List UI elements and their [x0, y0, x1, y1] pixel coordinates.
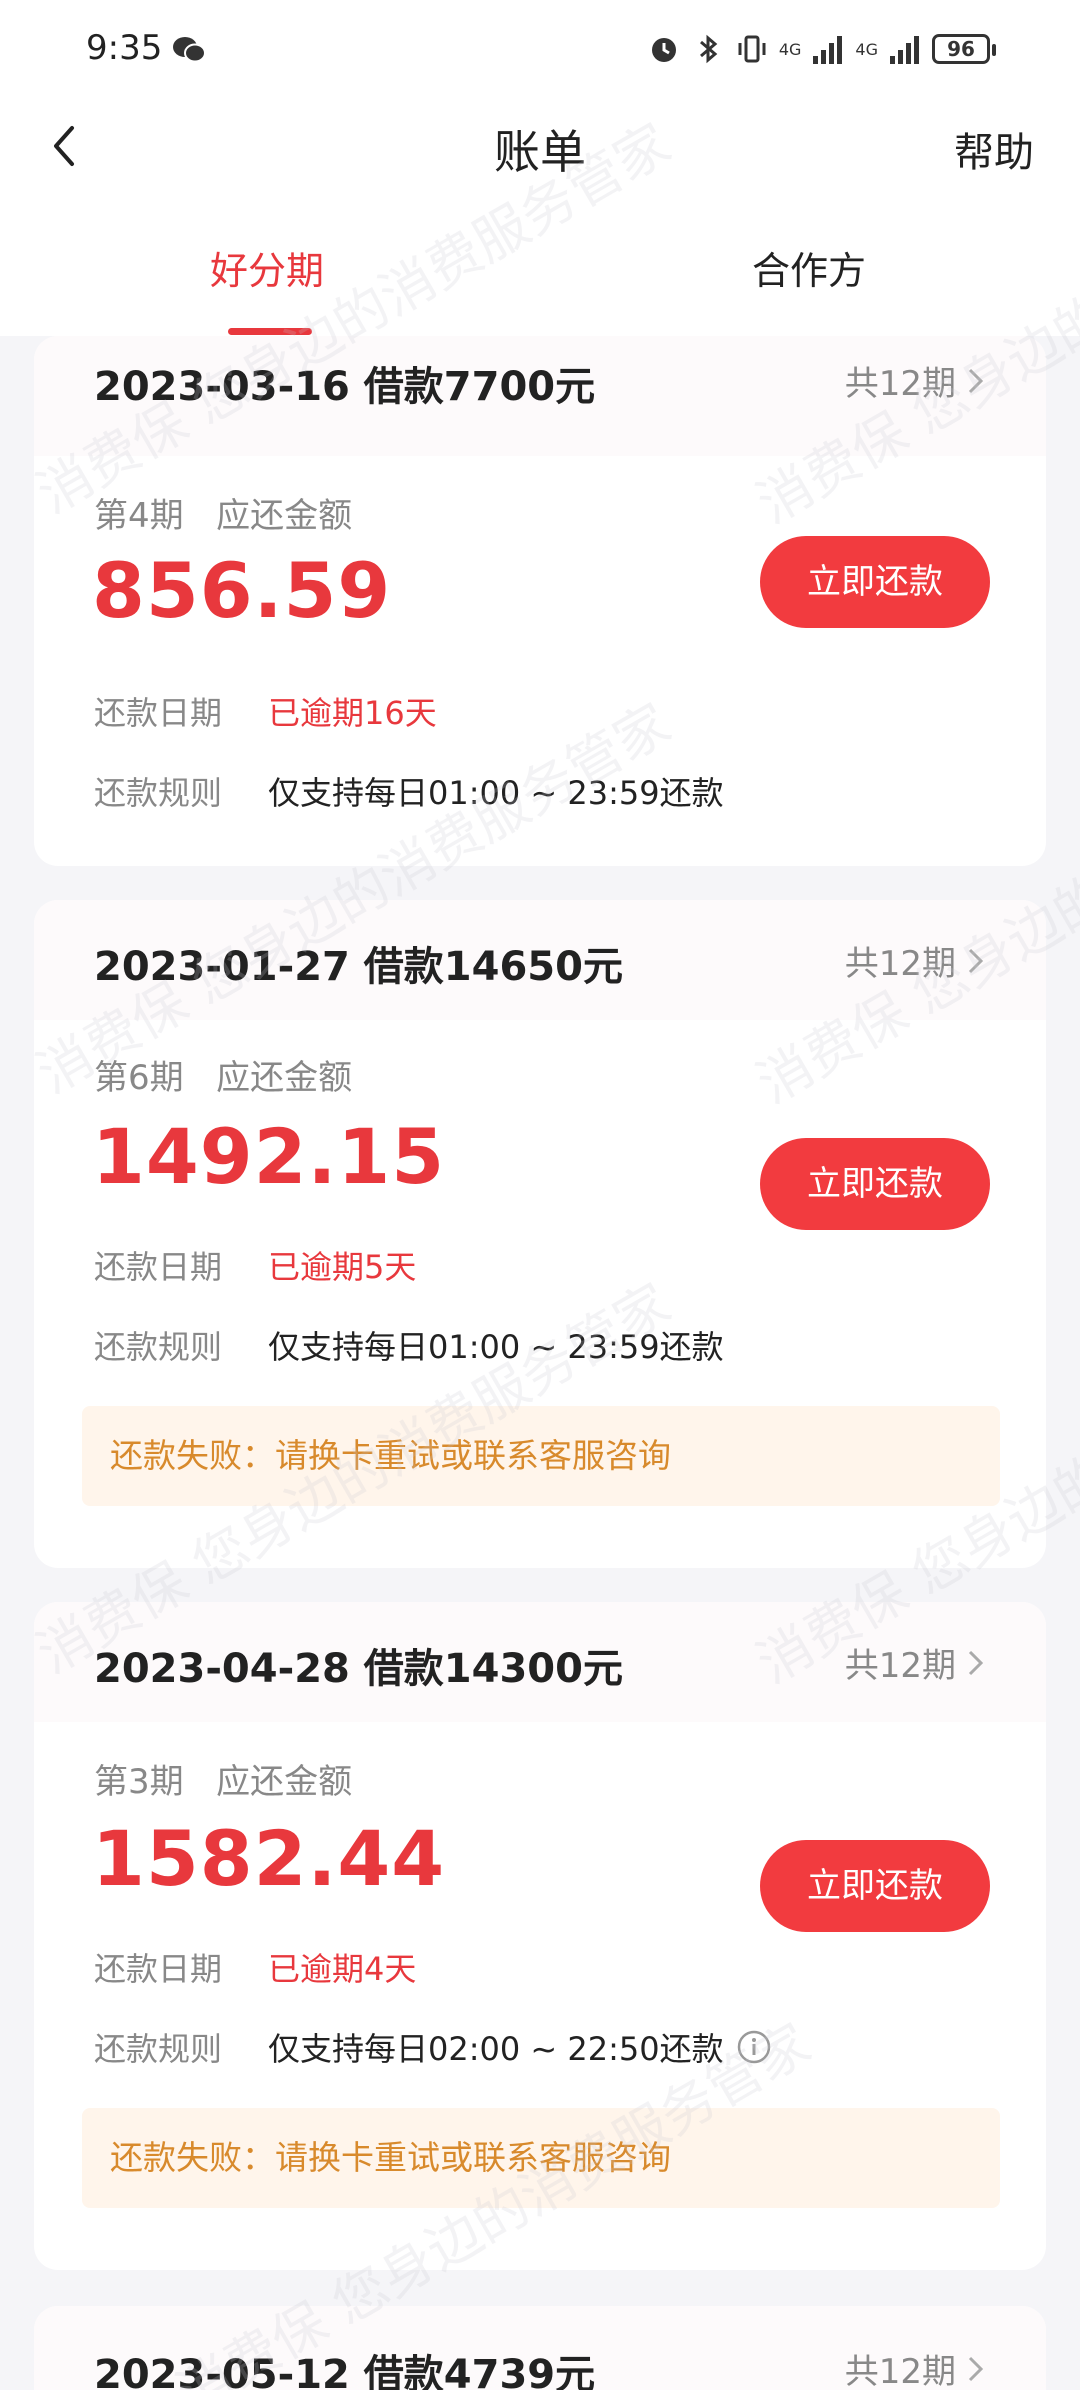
help-button[interactable]: 帮助 [954, 120, 1034, 178]
bill-card: 2023-01-27 借款14650元 共12期 第6期 应还金额 1492.1… [34, 900, 1046, 1568]
bill-card: 2023-04-28 借款14300元 共12期 第3期 应还金额 1582.4… [34, 1602, 1046, 2270]
bill-card-header[interactable]: 2023-03-16 借款7700元 共12期 [34, 336, 1046, 456]
wechat-icon [173, 37, 206, 63]
status-bar: 9:35 4G 4G 96 [0, 0, 1080, 100]
bill-card: 2023-03-16 借款7700元 共12期 第4期 应还金额 856.59 … [34, 336, 1046, 866]
alarm-icon [651, 38, 676, 62]
period-row: 第4期 应还金额 [94, 488, 352, 537]
repay-date-label: 还款日期 [94, 694, 223, 732]
repay-date-label: 还款日期 [94, 1950, 223, 1988]
total-periods-label: 共12期 [844, 2352, 956, 2390]
status-icons: 4G 4G 96 [647, 32, 996, 66]
bill-card-header[interactable]: 2023-04-28 借款14300元 共12期 [34, 1602, 1046, 1722]
repay-rule-text: 仅支持每日01:00 ~ 23:59还款 [268, 1328, 724, 1366]
network-label-1: 4G [778, 39, 802, 59]
bluetooth-icon [699, 34, 718, 64]
bill-total-periods[interactable]: 共12期 [845, 1638, 986, 1687]
nav-bar: 账单 帮助 [0, 100, 1080, 200]
repay-rule-text: 仅支持每日02:00 ~ 22:50还款 [268, 2030, 724, 2068]
total-periods-label: 共12期 [844, 944, 956, 984]
period-row: 第6期 应还金额 [94, 1050, 352, 1099]
repay-rule-label: 还款规则 [94, 2030, 223, 2068]
bill-total-periods[interactable]: 共12期 [845, 936, 986, 985]
network-label-2: 4G [855, 39, 878, 59]
chevron-right-icon [968, 948, 984, 973]
period-number: 第6期 [94, 1058, 184, 1098]
amount-due: 856.59 [92, 546, 392, 635]
period-number: 第4期 [94, 496, 184, 536]
vibrate-icon [738, 35, 766, 63]
battery-icon: 96 [932, 34, 996, 64]
repay-date-row: 还款日期 已逾期4天 [94, 1944, 416, 1990]
bill-card-header[interactable]: 2023-05-12 借款4739元 共12期 [34, 2306, 1046, 2390]
period-row: 第3期 应还金额 [94, 1754, 352, 1803]
bill-total-periods[interactable]: 共12期 [845, 356, 986, 405]
due-amount-label: 应还金额 [216, 496, 353, 536]
total-periods-label: 共12期 [844, 364, 956, 404]
chevron-right-icon [968, 1650, 984, 1675]
bill-card-header[interactable]: 2023-01-27 借款14650元 共12期 [34, 900, 1046, 1020]
info-icon[interactable] [736, 2029, 772, 2065]
amount-due: 1492.15 [92, 1112, 446, 1201]
chevron-right-icon [968, 2356, 984, 2381]
bill-date-loan: 2023-01-27 借款14650元 [94, 944, 623, 990]
tab-bar: 好分期 合作方 [0, 200, 1080, 336]
repay-rule-row: 还款规则 仅支持每日01:00 ~ 23:59还款 [94, 1322, 724, 1368]
due-amount-label: 应还金额 [216, 1762, 353, 1802]
due-amount-label: 应还金额 [216, 1058, 353, 1098]
repay-date-row: 还款日期 已逾期16天 [94, 688, 437, 734]
tab-haofenqi[interactable]: 好分期 [210, 240, 324, 295]
bill-card: 2023-05-12 借款4739元 共12期 [34, 2306, 1046, 2390]
bill-date-loan: 2023-03-16 借款7700元 [94, 364, 596, 410]
overdue-status: 已逾期16天 [268, 694, 437, 732]
repay-now-button[interactable]: 立即还款 [760, 1840, 990, 1932]
repay-rule-label: 还款规则 [94, 1328, 223, 1366]
page-title: 账单 [494, 125, 586, 179]
repay-date-label: 还款日期 [94, 1248, 223, 1286]
repay-failure-banner: 还款失败：请换卡重试或联系客服咨询 [82, 2108, 1000, 2208]
signal-icon [813, 36, 843, 64]
repay-rule-label: 还款规则 [94, 774, 223, 812]
repay-now-button[interactable]: 立即还款 [760, 1138, 990, 1230]
chevron-right-icon [968, 368, 984, 393]
total-periods-label: 共12期 [844, 1646, 956, 1686]
overdue-status: 已逾期4天 [268, 1950, 417, 1988]
repay-now-button[interactable]: 立即还款 [760, 536, 990, 628]
tab-partner[interactable]: 合作方 [752, 240, 866, 295]
repay-date-row: 还款日期 已逾期5天 [94, 1242, 416, 1288]
back-icon[interactable] [36, 116, 96, 176]
repay-rule-row: 还款规则 仅支持每日02:00 ~ 22:50还款 [94, 2024, 772, 2070]
signal-icon [890, 36, 919, 64]
repay-failure-banner: 还款失败：请换卡重试或联系客服咨询 [82, 1406, 1000, 1506]
bill-total-periods[interactable]: 共12期 [845, 2344, 986, 2390]
overdue-status: 已逾期5天 [268, 1248, 417, 1286]
period-number: 第3期 [94, 1762, 184, 1802]
bill-date-loan: 2023-05-12 借款4739元 [94, 2352, 596, 2390]
tab-active-indicator [228, 328, 312, 335]
amount-due: 1582.44 [92, 1814, 446, 1903]
repay-rule-row: 还款规则 仅支持每日01:00 ~ 23:59还款 [94, 768, 724, 814]
bill-date-loan: 2023-04-28 借款14300元 [94, 1646, 623, 1692]
status-time: 9:35 [86, 28, 163, 68]
repay-rule-text: 仅支持每日01:00 ~ 23:59还款 [268, 774, 724, 812]
